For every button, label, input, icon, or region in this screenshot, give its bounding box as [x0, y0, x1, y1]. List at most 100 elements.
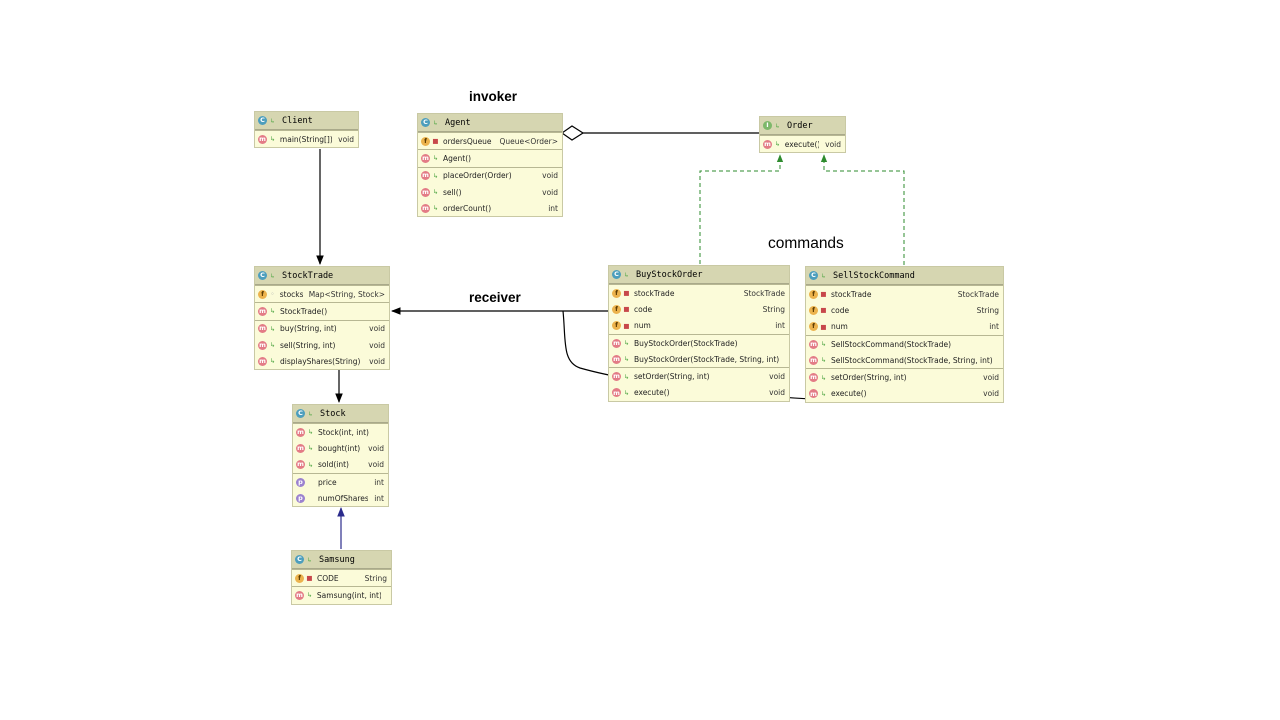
method-row[interactable]: m ↳ StockTrade() [255, 303, 389, 319]
method-row[interactable]: m ↳ SellStockCommand(StockTrade, String, i… [806, 352, 1003, 368]
member-name: SellStockCommand(StockTrade, String, int… [831, 355, 993, 365]
field-icon: f [809, 305, 818, 315]
field-row[interactable]: f ■ code String [609, 301, 789, 317]
method-row[interactable]: m ↳ sold(int) void [293, 457, 388, 473]
public-visibility-icon: ↳ [623, 388, 630, 397]
method-row[interactable]: m ↳ displayShares(String) void [255, 353, 389, 369]
class-icon: C [809, 271, 818, 280]
method-row[interactable]: m ↳ execute() void [806, 386, 1003, 402]
member-name: orderCount() [443, 203, 492, 213]
field-row[interactable]: f ■ CODE String [292, 570, 391, 586]
public-visibility-icon: ↳ [821, 271, 826, 280]
field-icon: f [809, 289, 818, 299]
member-section: m ↳ placeOrder(Order) void m ↳ sell() void m ↳ ord… [418, 166, 562, 217]
class-header: C ↳ Client [255, 112, 358, 130]
public-visibility-icon: ↳ [432, 171, 439, 180]
method-row[interactable]: m ↳ bought(int) void [293, 440, 388, 456]
member-section: m ↳ StockTrade() [255, 302, 389, 319]
public-visibility-icon: ↳ [623, 339, 630, 348]
field-row[interactable]: f ■ stockTrade StockTrade [806, 286, 1003, 302]
public-visibility-icon: ↳ [306, 591, 313, 600]
member-type: String [762, 304, 785, 314]
class-sellstockcommand[interactable]: C ↳ SellStockCommand f ■ stockTrade StockTrade… [805, 266, 1004, 404]
member-section: f ■ stockTrade StockTrade f ■ code String f ■ num i… [609, 284, 789, 334]
method-row[interactable]: m ↳ execute() void [760, 136, 845, 152]
field-row[interactable]: f ■ num int [806, 319, 1003, 335]
member-name: buy(String, int) [280, 324, 337, 334]
member-type: int [548, 203, 558, 213]
method-row[interactable]: m ↳ sell() void [418, 184, 562, 200]
method-row[interactable]: m ↳ buy(String, int) void [255, 321, 389, 337]
member-name: setOrder(String, int) [831, 373, 907, 383]
property-row[interactable]: p numOfShares int [293, 490, 388, 506]
private-visibility-icon: ■ [820, 290, 827, 299]
member-section: m ↳ setOrder(String, int) void m ↳ execute() vo… [806, 368, 1003, 402]
member-section: m ↳ Agent() [418, 149, 562, 166]
method-row[interactable]: m ↳ SellStockCommand(StockTrade) [806, 336, 1003, 352]
method-row[interactable]: m ↳ orderCount() int [418, 200, 562, 216]
method-icon: m [421, 171, 430, 181]
method-row[interactable]: m ↳ setOrder(String, int) void [609, 368, 789, 384]
method-row[interactable]: m ↳ BuyStockOrder(StockTrade, String, int) [609, 351, 789, 367]
method-icon: m [258, 324, 267, 334]
method-icon: m [258, 340, 267, 350]
method-row[interactable]: m ↳ execute() void [609, 385, 789, 401]
member-name: execute() [831, 389, 867, 399]
private-visibility-icon: ■ [306, 574, 313, 583]
field-row[interactable]: f ■ stockTrade StockTrade [609, 285, 789, 301]
member-type: void [368, 460, 384, 470]
member-name: Agent() [443, 153, 472, 163]
method-row[interactable]: m ↳ BuyStockOrder(StockTrade) [609, 335, 789, 351]
method-row[interactable]: m ↳ setOrder(String, int) void [806, 369, 1003, 385]
public-visibility-icon: ↳ [308, 409, 313, 418]
class-samsung[interactable]: C ↳ Samsung f ■ CODE String m ↳ Samsung(int, int) [291, 550, 392, 605]
private-visibility-icon: ■ [623, 289, 630, 298]
field-row[interactable]: f ◦ stocks Map<String, Stock> [255, 286, 389, 302]
member-name: numOfShares [317, 493, 369, 503]
package-visibility-icon: ◦ [270, 290, 275, 299]
member-name: sell() [443, 187, 462, 197]
property-row[interactable]: p price int [293, 474, 388, 490]
method-row[interactable]: m ↳ Samsung(int, int) [292, 587, 391, 603]
field-row[interactable]: f ■ ordersQueue Queue<Order> [418, 133, 562, 149]
member-section: f ■ CODE String [292, 569, 391, 586]
method-row[interactable]: m ↳ placeOrder(Order) void [418, 168, 562, 184]
member-section: f ■ stockTrade StockTrade f ■ code String f ■ num i… [806, 285, 1003, 335]
public-visibility-icon: ↳ [432, 154, 439, 163]
field-row[interactable]: f ■ num int [609, 318, 789, 334]
method-row[interactable]: m ↳ sell(String, int) void [255, 337, 389, 353]
public-visibility-icon: ↳ [269, 135, 276, 144]
class-name: Order [787, 120, 813, 131]
class-agent[interactable]: C ↳ Agent f ■ ordersQueue Queue<Order> m ↳ Agent(… [417, 113, 563, 218]
member-name: displayShares(String) [280, 356, 361, 366]
member-name: price [318, 477, 337, 487]
public-visibility-icon: ↳ [820, 340, 827, 349]
member-type: void [369, 340, 385, 350]
class-buystockorder[interactable]: C ↳ BuyStockOrder f ■ stockTrade StockTrade f ■ c… [608, 265, 790, 403]
interface-order[interactable]: I ↳ Order m ↳ execute() void [759, 116, 846, 154]
member-name: CODE [317, 573, 339, 583]
class-header: C ↳ Samsung [292, 551, 391, 569]
private-visibility-icon: ■ [820, 306, 827, 315]
member-type: void [769, 388, 785, 398]
class-icon: C [258, 116, 267, 125]
method-row[interactable]: m ↳ main(String[]) void [255, 131, 358, 147]
member-name: execute() [634, 388, 670, 398]
field-icon: f [421, 136, 430, 146]
method-row[interactable]: m ↳ Stock(int, int) [293, 424, 388, 440]
member-name: ordersQueue [443, 136, 492, 146]
member-name: sell(String, int) [280, 340, 336, 350]
field-row[interactable]: f ■ code String [806, 302, 1003, 318]
class-stocktrade[interactable]: C ↳ StockTrade f ◦ stocks Map<String, Stock> m ↳… [254, 266, 390, 371]
class-header: C ↳ Agent [418, 114, 562, 132]
method-row[interactable]: m ↳ Agent() [418, 150, 562, 166]
class-icon: C [296, 409, 305, 418]
method-icon: m [421, 153, 430, 163]
member-type: String [364, 573, 387, 583]
member-section: m ↳ execute() void [760, 135, 845, 152]
member-name: stocks [279, 289, 303, 299]
class-stock[interactable]: C ↳ Stock m ↳ Stock(int, int) m ↳ bought(int) voi… [292, 404, 389, 508]
class-client[interactable]: C ↳ Client m ↳ main(String[]) void [254, 111, 359, 149]
member-section: m ↳ setOrder(String, int) void m ↳ execute() vo… [609, 367, 789, 401]
member-name: Stock(int, int) [318, 427, 369, 437]
